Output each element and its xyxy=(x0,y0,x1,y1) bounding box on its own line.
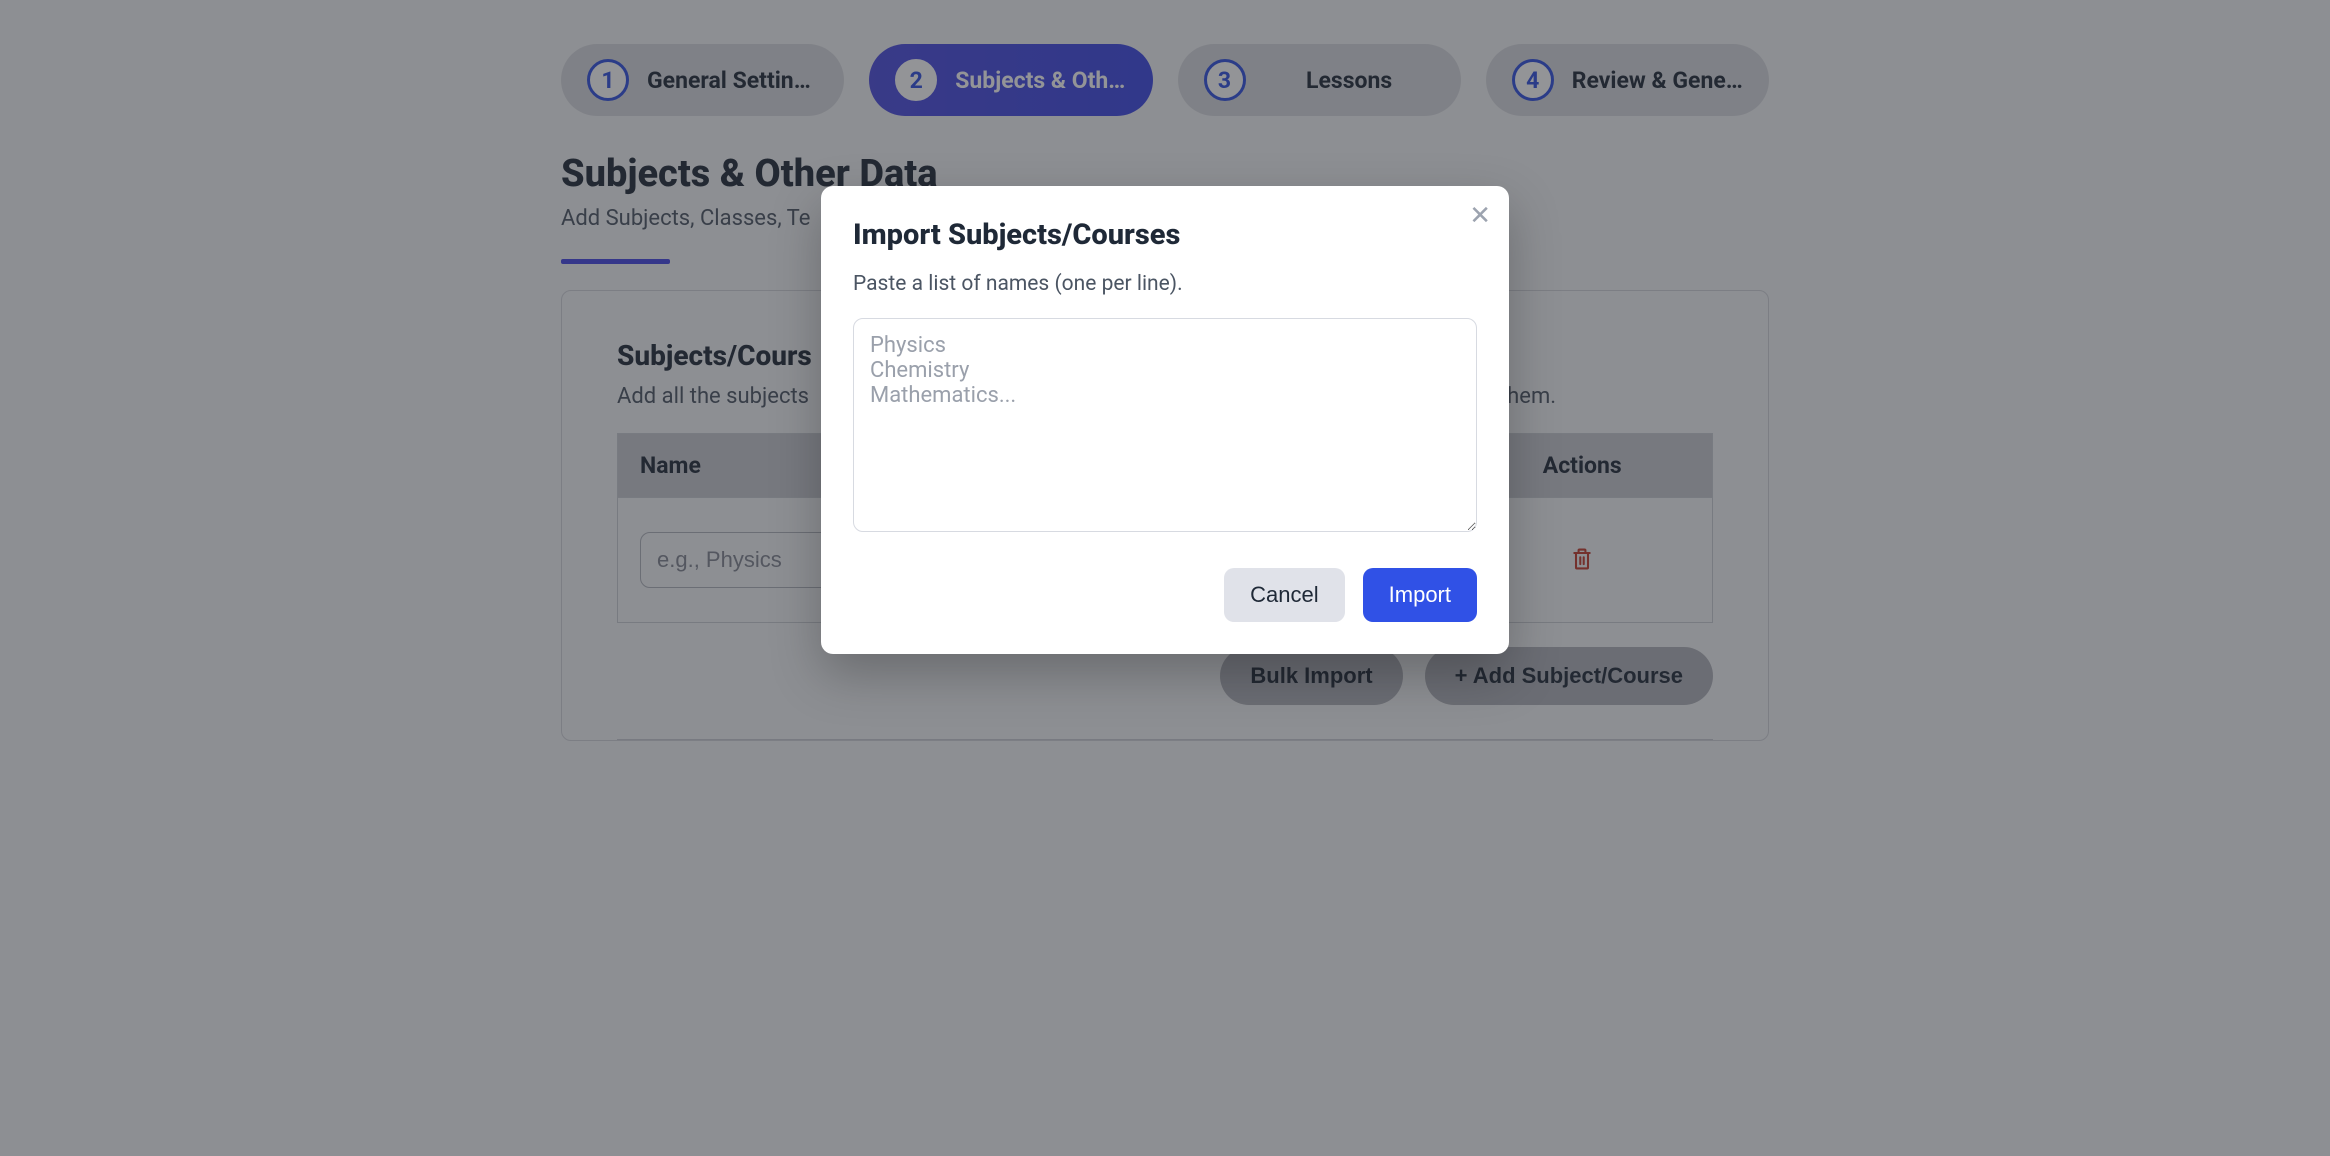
close-icon: ✕ xyxy=(1469,200,1491,230)
modal-subtitle: Paste a list of names (one per line). xyxy=(853,272,1477,296)
cancel-button[interactable]: Cancel xyxy=(1224,568,1344,622)
import-textarea[interactable] xyxy=(853,318,1477,532)
modal-actions: Cancel Import xyxy=(853,568,1477,622)
import-modal: ✕ Import Subjects/Courses Paste a list o… xyxy=(821,186,1509,654)
modal-title: Import Subjects/Courses xyxy=(853,218,1477,252)
import-button[interactable]: Import xyxy=(1363,568,1477,622)
modal-close-button[interactable]: ✕ xyxy=(1469,202,1491,228)
